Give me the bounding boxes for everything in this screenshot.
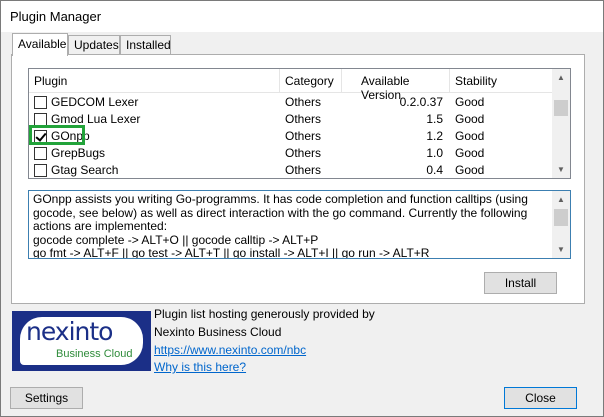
scroll-up-icon[interactable]: ▲ xyxy=(552,69,570,86)
scroll-up-icon[interactable]: ▲ xyxy=(552,191,570,208)
plugin-category: Others xyxy=(285,112,322,126)
plugin-version: 1.5 xyxy=(426,112,443,126)
tab-installed[interactable]: Installed xyxy=(120,35,171,54)
plugin-stability: Good xyxy=(455,95,485,109)
why-link[interactable]: Why is this here? xyxy=(154,360,246,374)
plugin-category: Others xyxy=(285,163,322,177)
plugin-name: GrepBugs xyxy=(51,146,106,160)
scroll-thumb[interactable] xyxy=(554,209,568,226)
logo-tagline: Business Cloud xyxy=(56,348,133,360)
plugin-manager-window: Plugin Manager Available Updates Install… xyxy=(0,0,604,417)
description-scrollbar[interactable]: ▲ ▼ xyxy=(552,191,570,258)
plugin-stability: Good xyxy=(455,129,485,143)
list-item[interactable]: GEDCOM Lexer Others 0.2.0.37 Good xyxy=(29,94,552,111)
plugin-version: 1.2 xyxy=(426,129,443,143)
settings-button[interactable]: Settings xyxy=(10,387,83,409)
column-available-version[interactable]: Available Version xyxy=(342,69,450,102)
hosting-line-1: Plugin list hosting generously provided … xyxy=(154,307,375,321)
scroll-thumb[interactable] xyxy=(554,100,568,116)
install-button[interactable]: Install xyxy=(484,272,557,294)
plugin-stability: Good xyxy=(455,112,485,126)
plugin-name: Gtag Search xyxy=(51,163,119,177)
plugin-name: Gmod Lua Lexer xyxy=(51,112,141,126)
plugin-category: Others xyxy=(285,95,322,109)
plugin-description[interactable]: GOnpp assists you writing Go-programms. … xyxy=(28,190,571,259)
plugin-name: GOnpp xyxy=(51,129,90,143)
plugin-version: 0.2.0.37 xyxy=(399,95,443,109)
plugin-checkbox[interactable] xyxy=(34,147,47,160)
column-category[interactable]: Category xyxy=(280,69,342,93)
list-header: Plugin Category Available Version Stabil… xyxy=(29,69,552,102)
description-text: GOnpp assists you writing Go-programms. … xyxy=(33,192,528,259)
column-plugin[interactable]: Plugin xyxy=(29,69,280,93)
title-bar: Plugin Manager xyxy=(1,1,603,32)
tab-available[interactable]: Available xyxy=(12,33,68,56)
plugin-category: Others xyxy=(285,129,322,143)
nexinto-logo: nexinto Business Cloud xyxy=(12,311,151,371)
plugin-version: 1.0 xyxy=(426,146,443,160)
column-stability[interactable]: Stability xyxy=(450,69,552,93)
list-scrollbar[interactable]: ▲ ▼ xyxy=(552,69,570,178)
plugin-checkbox[interactable] xyxy=(34,164,47,177)
scroll-down-icon[interactable]: ▼ xyxy=(552,161,570,178)
hosting-line-2: Nexinto Business Cloud xyxy=(154,325,282,339)
window-title: Plugin Manager xyxy=(10,9,102,24)
plugin-category: Others xyxy=(285,146,322,160)
logo-word: nexinto xyxy=(26,317,113,346)
plugin-checkbox[interactable] xyxy=(34,130,47,143)
scroll-down-icon[interactable]: ▼ xyxy=(552,241,570,258)
list-item[interactable]: Gtag Search Others 0.4 Good xyxy=(29,162,552,178)
plugin-checkbox[interactable] xyxy=(34,96,47,109)
list-item[interactable]: Gmod Lua Lexer Others 1.5 Good xyxy=(29,111,552,128)
plugin-list[interactable]: Plugin Category Available Version Stabil… xyxy=(28,68,571,179)
plugin-stability: Good xyxy=(455,146,485,160)
tab-updates[interactable]: Updates xyxy=(68,35,120,54)
nexinto-link[interactable]: https://www.nexinto.com/nbc xyxy=(154,343,306,357)
list-item[interactable]: GrepBugs Others 1.0 Good xyxy=(29,145,552,162)
plugin-version: 0.4 xyxy=(426,163,443,177)
list-item[interactable]: GOnpp Others 1.2 Good xyxy=(29,128,552,145)
close-button[interactable]: Close xyxy=(504,387,577,409)
plugin-name: GEDCOM Lexer xyxy=(51,95,139,109)
plugin-checkbox[interactable] xyxy=(34,113,47,126)
plugin-stability: Good xyxy=(455,163,485,177)
